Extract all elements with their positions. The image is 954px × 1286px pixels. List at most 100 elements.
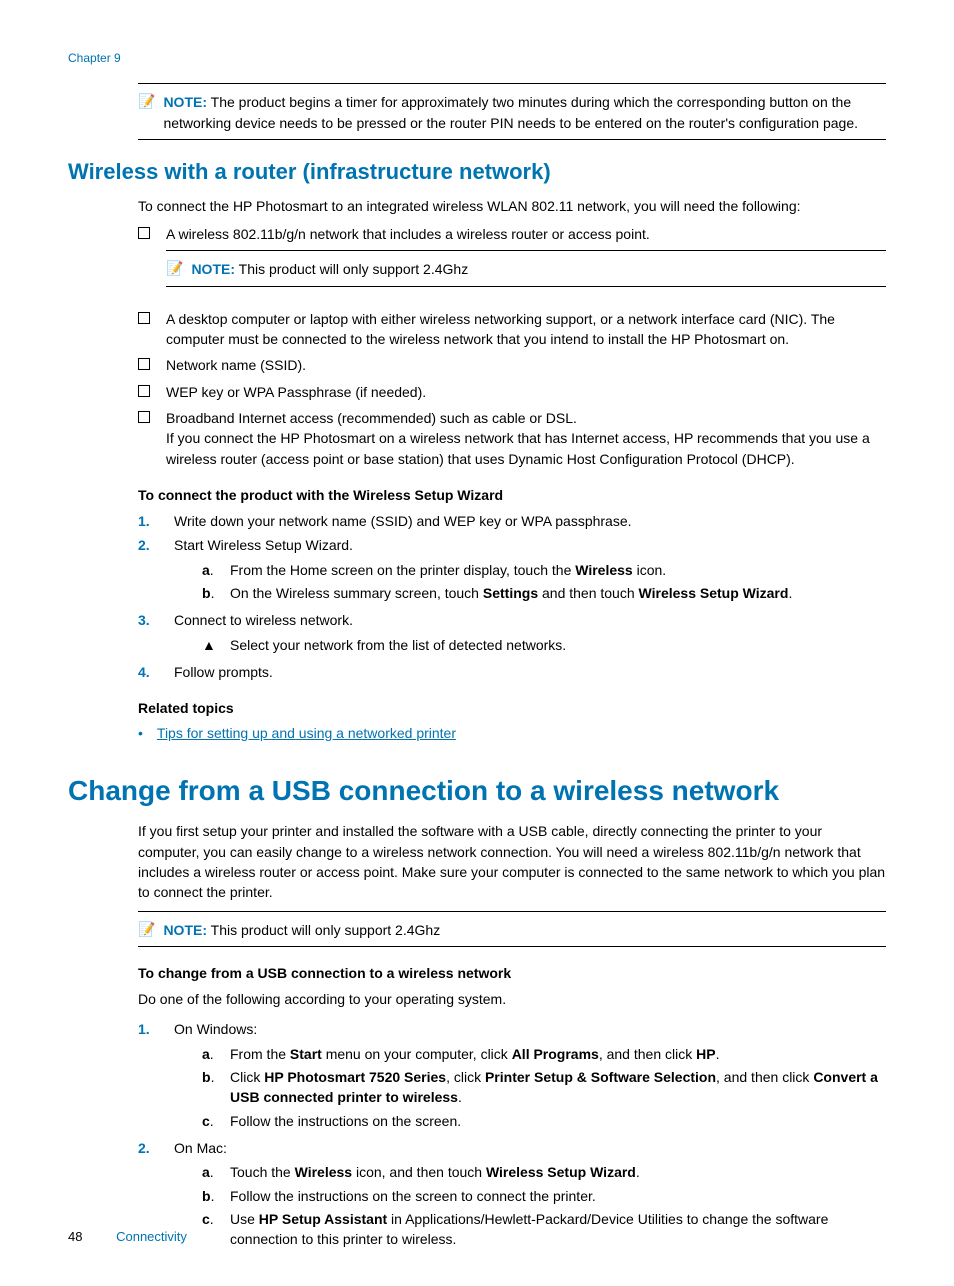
section-heading-wireless-router: Wireless with a router (infrastructure n… [68, 156, 886, 188]
chapter-label: Chapter 9 [68, 50, 886, 67]
check-text: Network name (SSID). [166, 355, 886, 375]
text: If you connect the HP Photosmart on a wi… [166, 430, 870, 466]
t: From the Home screen on the printer disp… [230, 562, 575, 578]
checkbox-icon [138, 358, 150, 370]
check-text: A wireless 802.11b/g/n network that incl… [166, 224, 886, 303]
checklist-item: Broadband Internet access (recommended) … [138, 408, 886, 469]
related-topics-heading: Related topics [138, 698, 886, 718]
letter: c [202, 1209, 220, 1250]
t: and then touch [538, 585, 638, 601]
t: icon. [633, 562, 666, 578]
b: HP Setup Assistant [259, 1211, 387, 1227]
checkbox-icon [138, 227, 150, 239]
section2-intro: If you first setup your printer and inst… [138, 821, 886, 902]
text: Broadband Internet access (recommended) … [166, 410, 577, 426]
t: menu on your computer, click [322, 1046, 512, 1062]
step-number: 1. [138, 511, 158, 531]
b: Printer Setup & Software Selection [485, 1069, 716, 1085]
footer-title: Connectivity [116, 1229, 187, 1244]
b: Wireless [295, 1164, 352, 1180]
step: 4. Follow prompts. [138, 662, 886, 682]
note-block-2: 📝 NOTE: This product will only support 2… [138, 911, 886, 947]
text: On Windows: [174, 1021, 257, 1037]
substep-body: From the Start menu on your computer, cl… [230, 1044, 886, 1064]
t: , and then click [716, 1069, 813, 1085]
check-text: A desktop computer or laptop with either… [166, 309, 886, 350]
note-block-1: 📝 NOTE: The product begins a timer for a… [138, 83, 886, 140]
step-body: Follow prompts. [174, 662, 886, 682]
b: HP Photosmart 7520 Series [264, 1069, 446, 1085]
heading-change-usb-to-wireless: Change from a USB connection to a wirele… [68, 771, 886, 812]
related-topic-row: • Tips for setting up and using a networ… [138, 723, 886, 743]
note-label: NOTE: [163, 94, 207, 110]
related-link-tips[interactable]: Tips for setting up and using a networke… [157, 723, 456, 743]
checklist-item: Network name (SSID). [138, 355, 886, 375]
step-body: Write down your network name (SSID) and … [174, 511, 886, 531]
note-text: NOTE: The product begins a timer for app… [163, 92, 886, 133]
substep: b On the Wireless summary screen, touch … [202, 583, 886, 603]
subheading-wireless-wizard: To connect the product with the Wireless… [138, 485, 886, 505]
substep: c Use HP Setup Assistant in Applications… [202, 1209, 886, 1250]
substep: a From the Home screen on the printer di… [202, 560, 886, 580]
t: On the Wireless summary screen, touch [230, 585, 483, 601]
os-steps: 1. On Windows: a From the Start menu on … [138, 1019, 886, 1252]
note-body: This product will only support 2.4Ghz [239, 261, 469, 277]
substep: ▲ Select your network from the list of d… [202, 635, 886, 655]
step-body: Start Wireless Setup Wizard. a From the … [174, 535, 886, 606]
t: . [788, 585, 792, 601]
b: All Programs [512, 1046, 599, 1062]
substep-body: Follow the instructions on the screen. [230, 1111, 886, 1131]
note-label: NOTE: [163, 922, 207, 938]
note-label: NOTE: [191, 261, 235, 277]
letter: a [202, 1162, 220, 1182]
letter: a [202, 1044, 220, 1064]
rule [138, 139, 886, 140]
substep-body: Use HP Setup Assistant in Applications/H… [230, 1209, 886, 1250]
b: HP [696, 1046, 715, 1062]
t: From the [230, 1046, 290, 1062]
checkbox-icon [138, 385, 150, 397]
substep-body: Select your network from the list of det… [230, 635, 566, 655]
rule [138, 911, 886, 912]
letter: b [202, 583, 220, 603]
rule [166, 286, 886, 287]
rule [138, 83, 886, 84]
checkbox-icon [138, 411, 150, 423]
triangle-icon: ▲ [202, 635, 220, 655]
letter: b [202, 1067, 220, 1108]
rule [166, 250, 886, 251]
note-body: The product begins a timer for approxima… [163, 94, 858, 130]
note-icon: 📝 [138, 920, 155, 940]
subheading-change-usb: To change from a USB connection to a wir… [138, 963, 886, 983]
section1-intro: To connect the HP Photosmart to an integ… [138, 196, 886, 216]
note-text: NOTE: This product will only support 2.4… [163, 920, 886, 940]
substep-body: Follow the instructions on the screen to… [230, 1186, 886, 1206]
letter: b [202, 1186, 220, 1206]
step-number: 1. [138, 1019, 158, 1133]
t: , click [446, 1069, 485, 1085]
note-text: NOTE: This product will only support 2.4… [191, 259, 886, 279]
page-number: 48 [68, 1228, 82, 1247]
step: 3. Connect to wireless network. ▲ Select… [138, 610, 886, 658]
substep: a From the Start menu on your computer, … [202, 1044, 886, 1064]
b: Wireless [575, 562, 632, 578]
inner-note: 📝 NOTE: This product will only support 2… [166, 250, 886, 286]
text: A wireless 802.11b/g/n network that incl… [166, 226, 650, 242]
step-body: Connect to wireless network. ▲ Select yo… [174, 610, 886, 658]
checklist-item: A wireless 802.11b/g/n network that incl… [138, 224, 886, 303]
t: icon, and then touch [352, 1164, 486, 1180]
substep: b Click HP Photosmart 7520 Series, click… [202, 1067, 886, 1108]
substep: a Touch the Wireless icon, and then touc… [202, 1162, 886, 1182]
t: . [636, 1164, 640, 1180]
step-body: On Mac: a Touch the Wireless icon, and t… [174, 1138, 886, 1252]
substep-body: Touch the Wireless icon, and then touch … [230, 1162, 886, 1182]
t: . [716, 1046, 720, 1062]
step-number: 4. [138, 662, 158, 682]
requirements-checklist: A wireless 802.11b/g/n network that incl… [138, 224, 886, 469]
text: Start Wireless Setup Wizard. [174, 537, 353, 553]
text: Connect to wireless network. [174, 612, 353, 628]
note-icon: 📝 [138, 92, 155, 133]
checkbox-icon [138, 312, 150, 324]
substep: b Follow the instructions on the screen … [202, 1186, 886, 1206]
wizard-steps: 1. Write down your network name (SSID) a… [138, 511, 886, 682]
